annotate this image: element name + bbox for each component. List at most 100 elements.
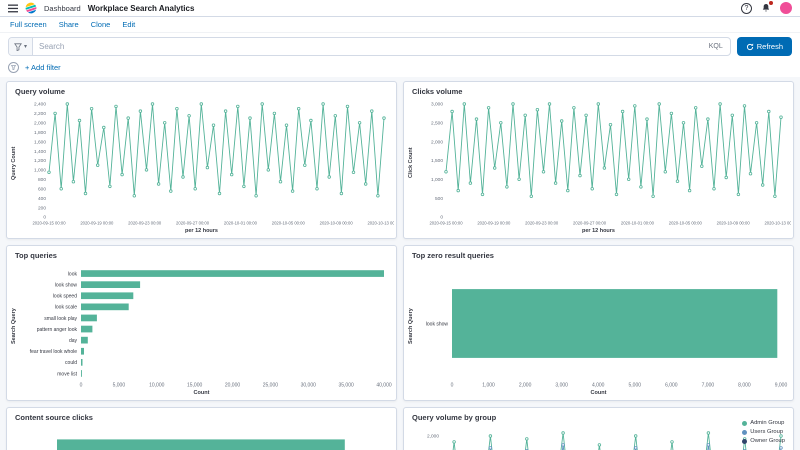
svg-text:2,400: 2,400 bbox=[34, 102, 46, 108]
legend-item-admin-group[interactable]: Admin Group bbox=[742, 420, 785, 426]
x-axis-title: per 12 hours bbox=[404, 228, 793, 238]
panel-title: Top queries bbox=[7, 246, 396, 262]
refresh-icon bbox=[746, 43, 754, 51]
chevron-down-icon: ▾ bbox=[24, 43, 27, 50]
panel-title: Query volume bbox=[7, 82, 396, 98]
svg-text:day: day bbox=[69, 338, 78, 344]
panel-clicks-volume: Clicks volume Click Count 05001,0001,500… bbox=[403, 81, 794, 239]
legend-item-users-group[interactable]: Users Group bbox=[742, 429, 785, 435]
panel-top-queries: Top queries Search Query 05,00010,00015,… bbox=[6, 245, 397, 401]
legend-dot bbox=[742, 439, 747, 444]
svg-text:1,000: 1,000 bbox=[34, 168, 46, 174]
search-input[interactable] bbox=[33, 38, 702, 55]
menu-icon[interactable] bbox=[8, 4, 18, 13]
svg-text:2,000: 2,000 bbox=[519, 383, 532, 389]
svg-text:2020-10-13 00:00: 2020-10-13 00:00 bbox=[764, 221, 791, 226]
svg-text:2020-10-09 00:00: 2020-10-09 00:00 bbox=[320, 221, 354, 226]
query-volume-by-group-chart[interactable]: 04008001,2001,6002,0002020-09-15 00:0020… bbox=[416, 424, 791, 450]
notifications-button[interactable] bbox=[761, 3, 771, 13]
app-header: Dashboard Workplace Search Analytics ? bbox=[0, 0, 800, 17]
svg-text:2020-09-23 00:00: 2020-09-23 00:00 bbox=[525, 221, 559, 226]
y-axis-title: Search Query bbox=[9, 262, 19, 390]
svg-text:1,000: 1,000 bbox=[482, 383, 495, 389]
clone-link[interactable]: Clone bbox=[91, 20, 111, 29]
notification-badge bbox=[769, 1, 773, 5]
svg-text:30,000: 30,000 bbox=[301, 383, 317, 389]
top-queries-chart[interactable]: 05,00010,00015,00020,00025,00030,00035,0… bbox=[19, 262, 394, 390]
svg-text:2020-09-15 00:00: 2020-09-15 00:00 bbox=[32, 221, 66, 226]
svg-text:0: 0 bbox=[451, 383, 454, 389]
svg-text:40,000: 40,000 bbox=[376, 383, 392, 389]
dashboard-grid: Query volume Query Count 02004006008001,… bbox=[0, 77, 800, 450]
saved-query-menu-button[interactable]: ▾ bbox=[9, 38, 33, 55]
user-avatar[interactable] bbox=[780, 2, 792, 14]
panel-title: Content source clicks bbox=[7, 408, 396, 424]
page-title: Workplace Search Analytics bbox=[88, 4, 195, 13]
content-source-clicks-chart[interactable]: Content A bbox=[19, 424, 394, 450]
query-language-button[interactable]: KQL bbox=[702, 43, 730, 50]
svg-text:2020-09-15 00:00: 2020-09-15 00:00 bbox=[429, 221, 463, 226]
legend-item-owner-group[interactable]: Owner Group bbox=[742, 438, 785, 444]
svg-text:4,000: 4,000 bbox=[592, 383, 605, 389]
filter-options-button[interactable] bbox=[8, 62, 19, 73]
svg-text:5,000: 5,000 bbox=[629, 383, 642, 389]
svg-text:3,000: 3,000 bbox=[555, 383, 568, 389]
svg-text:move list: move list bbox=[57, 371, 77, 377]
svg-text:2020-10-01 00:00: 2020-10-01 00:00 bbox=[224, 221, 258, 226]
elastic-logo[interactable] bbox=[25, 2, 37, 14]
panel-content-source-clicks: Content source clicks Content A bbox=[6, 407, 397, 450]
svg-text:1,200: 1,200 bbox=[34, 158, 46, 164]
help-icon[interactable]: ? bbox=[741, 3, 752, 14]
svg-text:2020-10-05 00:00: 2020-10-05 00:00 bbox=[272, 221, 306, 226]
svg-text:1,600: 1,600 bbox=[34, 139, 46, 145]
svg-text:500: 500 bbox=[435, 196, 443, 202]
svg-text:2,000: 2,000 bbox=[427, 434, 439, 440]
svg-text:2020-09-19 00:00: 2020-09-19 00:00 bbox=[80, 221, 114, 226]
legend-dot bbox=[742, 430, 747, 435]
svg-text:25,000: 25,000 bbox=[263, 383, 279, 389]
svg-text:1,400: 1,400 bbox=[34, 149, 46, 155]
svg-text:3,000: 3,000 bbox=[431, 102, 443, 108]
y-axis-title bbox=[9, 424, 19, 450]
share-link[interactable]: Share bbox=[59, 20, 79, 29]
svg-text:1,800: 1,800 bbox=[34, 130, 46, 136]
svg-text:2020-09-19 00:00: 2020-09-19 00:00 bbox=[477, 221, 511, 226]
svg-text:8,000: 8,000 bbox=[738, 383, 751, 389]
svg-text:look speed: look speed bbox=[53, 294, 77, 300]
svg-text:2020-09-23 00:00: 2020-09-23 00:00 bbox=[128, 221, 162, 226]
x-axis-title: per 12 hours bbox=[7, 228, 396, 238]
refresh-button[interactable]: Refresh bbox=[737, 37, 792, 56]
edit-link[interactable]: Edit bbox=[122, 20, 135, 29]
clicks-volume-chart[interactable]: 05001,0001,5002,0002,5003,0002020-09-15 … bbox=[416, 98, 791, 228]
y-axis-title: Search Query bbox=[406, 262, 416, 390]
y-axis-title: Query Count bbox=[9, 98, 19, 228]
svg-text:2020-09-27 00:00: 2020-09-27 00:00 bbox=[573, 221, 607, 226]
svg-text:2,200: 2,200 bbox=[34, 111, 46, 117]
dashboard-toolbar: Full screen Share Clone Edit bbox=[0, 17, 800, 33]
svg-text:35,000: 35,000 bbox=[338, 383, 354, 389]
full-screen-link[interactable]: Full screen bbox=[10, 20, 47, 29]
svg-text:fear travel look whole: fear travel look whole bbox=[30, 349, 77, 355]
x-axis-title: Count bbox=[7, 390, 396, 400]
svg-text:look show: look show bbox=[426, 321, 449, 327]
top-zero-result-queries-chart[interactable]: 01,0002,0003,0004,0005,0006,0007,0008,00… bbox=[416, 262, 791, 390]
svg-text:2020-10-09 00:00: 2020-10-09 00:00 bbox=[717, 221, 751, 226]
panel-title: Top zero result queries bbox=[404, 246, 793, 262]
add-filter-link[interactable]: + Add filter bbox=[25, 63, 61, 72]
filter-bar: + Add filter bbox=[0, 60, 800, 77]
svg-text:20,000: 20,000 bbox=[225, 383, 241, 389]
filter-icon bbox=[14, 43, 22, 51]
breadcrumb[interactable]: Dashboard bbox=[44, 4, 81, 13]
svg-text:2020-10-01 00:00: 2020-10-01 00:00 bbox=[621, 221, 655, 226]
svg-text:2020-10-05 00:00: 2020-10-05 00:00 bbox=[669, 221, 703, 226]
panel-query-volume-by-group: Query volume by group Admin Group Users … bbox=[403, 407, 794, 450]
panel-title: Clicks volume bbox=[404, 82, 793, 98]
y-axis-title: Click Count bbox=[406, 98, 416, 228]
query-volume-chart[interactable]: 02004006008001,0001,2001,4001,6001,8002,… bbox=[19, 98, 394, 228]
y-axis-title bbox=[406, 424, 416, 450]
legend-dot bbox=[742, 421, 747, 426]
svg-text:10,000: 10,000 bbox=[149, 383, 165, 389]
svg-text:look scale: look scale bbox=[55, 305, 77, 311]
panel-title: Query volume by group bbox=[404, 408, 793, 424]
svg-text:15,000: 15,000 bbox=[187, 383, 203, 389]
